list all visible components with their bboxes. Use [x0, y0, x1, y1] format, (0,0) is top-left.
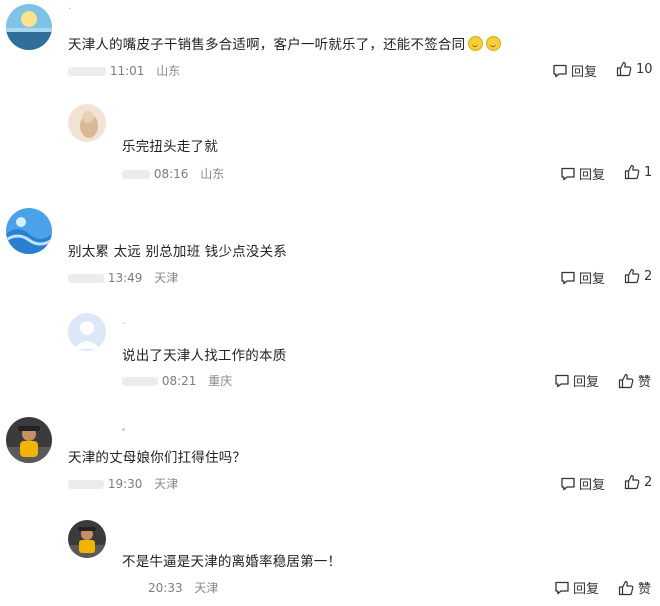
- comment-time: 08:16: [153, 167, 189, 181]
- comment-time: 11:01: [109, 64, 145, 78]
- reply-label: 回复: [579, 168, 606, 183]
- blurred-date: [122, 170, 150, 179]
- comment-bubble-icon: [561, 167, 575, 180]
- reply-label: 回复: [573, 582, 600, 597]
- blurred-date: [68, 480, 104, 489]
- comment-time: 20:33: [148, 581, 183, 595]
- comment-time: 19:30: [107, 477, 143, 491]
- reply-button[interactable]: 回复: [560, 474, 605, 493]
- comment-location: 天津: [154, 271, 179, 285]
- like-button[interactable]: 2: [624, 474, 652, 490]
- comment-text: 说出了天津人找工作的本质: [122, 348, 287, 364]
- avatar[interactable]: [6, 4, 52, 50]
- comment-location: 重庆: [208, 374, 233, 388]
- reply-item: 不是牛逼是天津的离婚率稳居第一！ 20:33 天津 回复 赞: [0, 510, 660, 606]
- like-count: 赞: [638, 582, 652, 597]
- comment-meta: 13:49 天津: [68, 269, 178, 286]
- reply-button[interactable]: 回复: [560, 268, 605, 287]
- blurred-date: [122, 377, 158, 386]
- reply-label: 回复: [579, 478, 606, 493]
- thumbs-up-icon: [624, 164, 640, 180]
- comment-bubble-icon: [553, 64, 567, 77]
- comment-meta: 08:16 山东: [122, 165, 224, 182]
- comment-thread: · 天津人的嘴皮子干销售多合适啊，客户一听就乐了，还能不签合同 11:01 山东…: [0, 0, 660, 606]
- reply-item: · 说出了天津人找工作的本质 08:21 重庆 回复 赞: [0, 300, 660, 405]
- avatar[interactable]: [68, 313, 106, 351]
- comment-meta: 11:01 山东: [68, 62, 180, 79]
- comment-bubble-icon: [555, 581, 569, 594]
- smile-emoji-icon: [486, 36, 502, 51]
- thumbs-up-icon: [624, 474, 640, 490]
- reply-item: 乐完扭头走了就 08:16 山东 回复 1: [0, 95, 660, 200]
- like-button[interactable]: 1: [624, 164, 652, 180]
- thumbs-up-icon: [618, 580, 634, 595]
- comment-text: 乐完扭头走了就: [122, 139, 218, 155]
- comment-meta: 20:33 天津: [148, 579, 218, 596]
- comment-text: 别太累 太远 别总加班 钱少点没关系: [68, 244, 287, 260]
- username[interactable]: ·: [68, 2, 72, 15]
- like-count: 2: [644, 474, 653, 490]
- avatar[interactable]: [68, 520, 106, 558]
- reply-button[interactable]: 回复: [554, 578, 599, 597]
- username[interactable]: ·: [122, 317, 126, 330]
- blurred-date: [68, 274, 104, 283]
- like-button[interactable]: 10: [616, 61, 653, 77]
- avatar[interactable]: [6, 417, 52, 463]
- comment-item: · 天津人的嘴皮子干销售多合适啊，客户一听就乐了，还能不签合同 11:01 山东…: [0, 0, 660, 95]
- comment-location: 山东: [156, 64, 181, 78]
- reply-label: 回复: [571, 65, 598, 80]
- comment-text: 天津人的嘴皮子干销售多合适啊，客户一听就乐了，还能不签合同: [68, 33, 502, 53]
- reply-label: 回复: [579, 272, 606, 287]
- username[interactable]: [122, 421, 125, 434]
- like-button[interactable]: 赞: [618, 371, 651, 390]
- thumbs-up-icon: [624, 268, 640, 284]
- comment-time: 13:49: [107, 271, 143, 285]
- comment-bubble-icon: [555, 374, 569, 387]
- thumbs-up-icon: [618, 373, 634, 388]
- smile-emoji-icon: [468, 36, 484, 51]
- username-dot: [122, 428, 125, 431]
- like-button[interactable]: 2: [624, 268, 652, 284]
- blurred-date: [68, 67, 106, 76]
- like-count: 赞: [638, 375, 652, 390]
- reply-button[interactable]: 回复: [560, 164, 605, 183]
- comment-location: 天津: [194, 581, 219, 595]
- comment-meta: 19:30 天津: [68, 475, 178, 492]
- reply-label: 回复: [573, 375, 600, 390]
- avatar[interactable]: [6, 208, 52, 254]
- comment-location: 天津: [154, 477, 179, 491]
- comment-location: 山东: [200, 167, 225, 181]
- comment-text: 不是牛逼是天津的离婚率稳居第一！: [122, 554, 342, 570]
- reply-button[interactable]: 回复: [554, 371, 599, 390]
- comment-item: 别太累 太远 别总加班 钱少点没关系 13:49 天津 回复 2: [0, 200, 660, 300]
- reply-button[interactable]: 回复: [552, 61, 597, 80]
- avatar[interactable]: [68, 104, 106, 142]
- like-count: 10: [636, 61, 653, 77]
- like-button[interactable]: 赞: [618, 578, 651, 597]
- comment-bubble-icon: [561, 271, 575, 284]
- comment-text-content: 天津人的嘴皮子干销售多合适啊，客户一听就乐了，还能不签合同: [68, 37, 466, 53]
- comment-time: 08:21: [161, 374, 197, 388]
- thumbs-up-icon: [616, 61, 632, 77]
- comment-meta: 08:21 重庆: [122, 372, 232, 389]
- like-count: 1: [644, 164, 653, 180]
- like-count: 2: [644, 268, 653, 284]
- comment-bubble-icon: [561, 477, 575, 490]
- comment-item: 天津的丈母娘你们扛得住吗？ 19:30 天津 回复 2: [0, 405, 660, 510]
- comment-text: 天津的丈母娘你们扛得住吗？: [68, 450, 247, 466]
